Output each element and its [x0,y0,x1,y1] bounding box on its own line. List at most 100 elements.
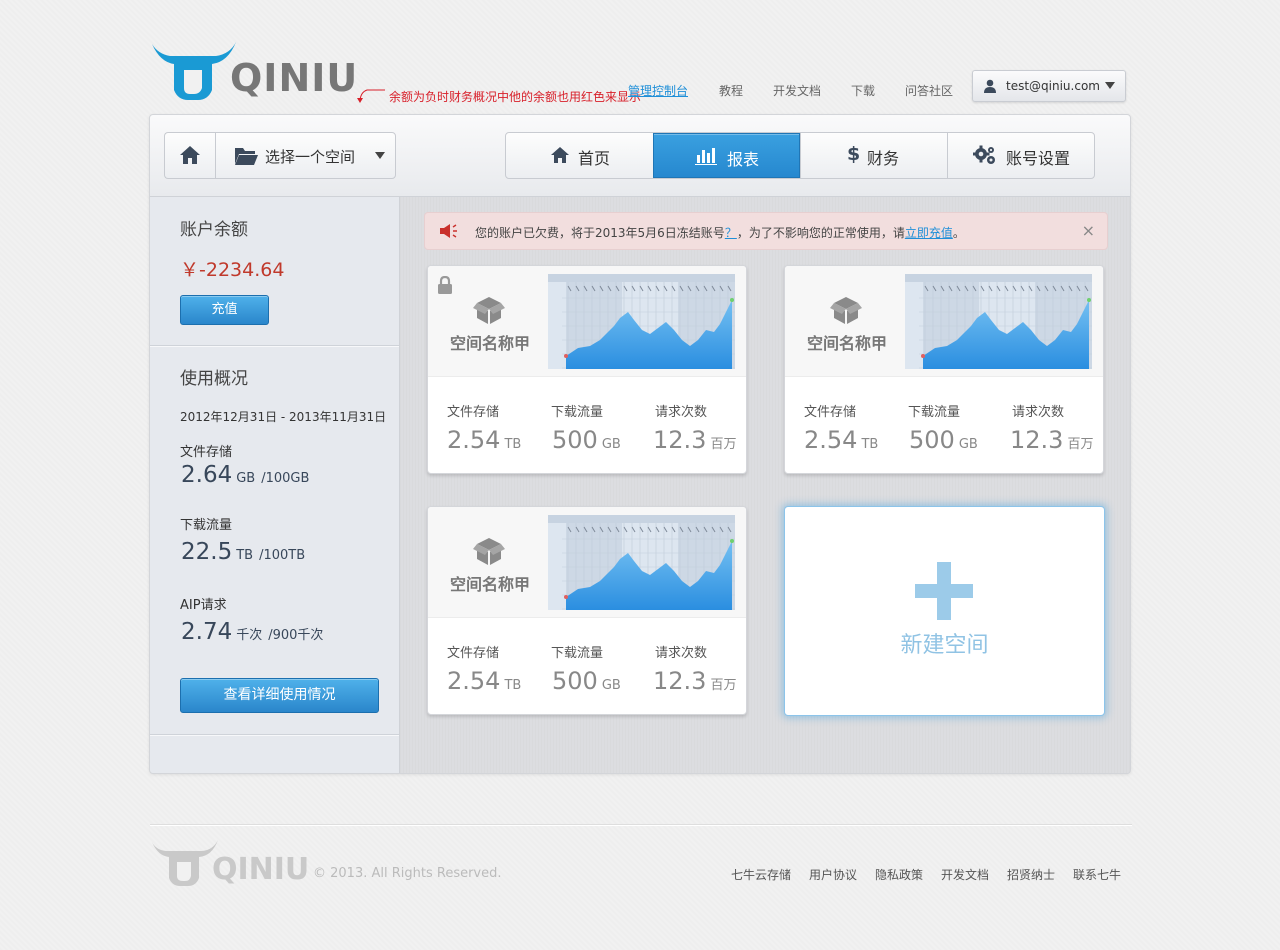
metric-number: 500 [552,426,598,454]
metric-number: 500 [909,426,955,454]
metric-label: 文件存储 [447,405,500,420]
stat-quota: /100GB [261,471,310,486]
stat-number: 2.74 [181,619,233,645]
space-select-dropdown[interactable]: 选择一个空间 [215,132,396,179]
new-space-card[interactable]: 新建空间 [784,506,1105,716]
arrow-icon [357,89,385,103]
stat-number: 2.64 [181,462,233,488]
tab-account-settings[interactable]: 账号设置 [947,133,1094,178]
nav-console[interactable]: 管理控制台 [628,82,688,99]
tab-reports[interactable]: 报表 [653,133,800,178]
space-card[interactable]: 空间名称甲 文件存储 下载流量 请求次数 2.54 TB 500 GB 12.3 百万 [427,265,747,474]
footer-link-user-agreement[interactable]: 用户协议 [809,866,857,883]
alert-help-link[interactable]: ？ [725,226,737,240]
metric-number: 12.3 [653,426,707,454]
recharge-button[interactable]: 充值 [180,295,269,325]
user-menu-button[interactable]: test@qiniu.com [972,70,1126,102]
metric-value: 2.54 TB [447,667,521,695]
close-icon[interactable]: × [1082,221,1095,240]
qiniu-logo[interactable]: QINIU [150,40,357,102]
space-card[interactable]: 空间名称甲 文件存储 下载流量 请求次数 2.54 TB 500 GB 12.3 百万 [784,265,1104,474]
metric-label: 文件存储 [447,646,500,661]
lock-icon [438,276,452,294]
balance-title: 账户余额 [180,220,248,240]
tab-home[interactable]: 首页 [506,133,653,178]
metric-unit: TB [504,437,522,452]
metric-unit: 百万 [710,437,737,452]
alert-text: ，为了不影响您的正常使用，请 [736,226,905,240]
metric-label: 下载流量 [551,405,604,420]
footer-link-privacy[interactable]: 隐私政策 [875,866,923,883]
box-icon [473,538,505,565]
balance-amount: ￥-2234.64 [180,259,285,281]
plus-icon [915,584,973,598]
folder-icon [235,148,258,165]
metric-value: 12.3 百万 [1010,426,1093,454]
home-button[interactable] [164,132,216,179]
space-card[interactable]: 空间名称甲 文件存储 下载流量 请求次数 2.54 TB 500 GB 12.3 百万 [427,506,747,715]
tab-finance[interactable]: $ 财务 [800,133,947,178]
box-icon [830,297,862,324]
main-tabs: 首页 报表 $ 财务 账号设置 [505,132,1095,179]
metric-value: 2.54 TB [804,426,878,454]
metric-value: 500 GB [552,667,621,695]
logo-bull-icon [152,840,218,886]
stat-value-api: 2.74 千次/900千次 [181,619,323,645]
stat-quota: /100TB [259,548,306,563]
stat-number: 22.5 [181,539,233,565]
metric-value: 12.3 百万 [653,426,736,454]
space-card-header: 空间名称甲 [428,507,746,618]
content-area: 您的账户已欠费，将于2013年5月6日冻结账号？，为了不影响您的正常使用，请立即… [400,197,1130,773]
metric-number: 12.3 [1010,426,1064,454]
tab-finance-label: 财务 [867,149,900,168]
toolbar: 选择一个空间 首页 报表 $ 财务 账号设置 [150,115,1130,197]
alert-message: 您的账户已欠费，将于2013年5月6日冻结账号？，为了不影响您的正常使用，请立即… [475,224,965,241]
metric-unit: TB [504,678,522,693]
user-email: test@qiniu.com [1006,79,1100,93]
overdue-alert: 您的账户已欠费，将于2013年5月6日冻结账号？，为了不影响您的正常使用，请立即… [424,212,1108,250]
usage-title: 使用概况 [180,369,248,389]
view-usage-details-button[interactable]: 查看详细使用情况 [180,678,379,713]
footer-link-qiniu-storage[interactable]: 七牛云存储 [731,866,791,883]
space-trend-chart [548,515,735,610]
user-icon [984,79,996,93]
stat-unit: GB [236,471,256,486]
chevron-down-icon [375,152,385,159]
stat-quota: /900千次 [268,628,324,643]
space-trend-chart [548,274,735,369]
nav-dev-docs[interactable]: 开发文档 [773,82,821,99]
space-name: 空间名称甲 [450,575,531,594]
footer-link-careers[interactable]: 招贤纳士 [1007,866,1055,883]
metric-unit: GB [601,678,621,693]
usage-date-range: 2012年12月31日 - 2013年11月31日 [180,410,387,424]
metric-number: 2.54 [804,426,858,454]
annotation-text: 余额为负时财务概况中他的余额也用红色来显示 [389,90,642,104]
copyright: © 2013. All Rights Reserved. [313,866,502,881]
metric-label: 请求次数 [655,405,708,420]
metric-label: 下载流量 [551,646,604,661]
box-icon [473,297,505,324]
recharge-now-link[interactable]: 立即充值 [905,226,953,240]
space-name: 空间名称甲 [807,334,888,353]
nav-tutorial[interactable]: 教程 [719,82,743,99]
speaker-icon [440,224,457,238]
metric-number: 500 [552,667,598,695]
space-card-header: 空间名称甲 [428,266,746,377]
footer-link-contact[interactable]: 联系七牛 [1073,866,1121,883]
metric-label: 请求次数 [655,646,708,661]
space-select-label: 选择一个空间 [265,148,356,166]
stat-value-traffic: 22.5 TB/100TB [181,539,305,565]
space-card-header: 空间名称甲 [785,266,1103,377]
bar-chart-icon [695,148,717,165]
stat-unit: 千次 [236,628,263,643]
metric-value: 500 GB [909,426,978,454]
chevron-down-icon [1105,82,1115,89]
logo-text: QINIU [230,56,359,100]
nav-download[interactable]: 下载 [851,82,875,99]
stat-unit: TB [236,548,254,563]
alert-text: 。 [952,226,965,240]
footer-divider [150,824,1132,826]
nav-qa-community[interactable]: 问答社区 [905,82,953,99]
footer-link-dev-docs[interactable]: 开发文档 [941,866,989,883]
tab-home-label: 首页 [578,149,611,168]
